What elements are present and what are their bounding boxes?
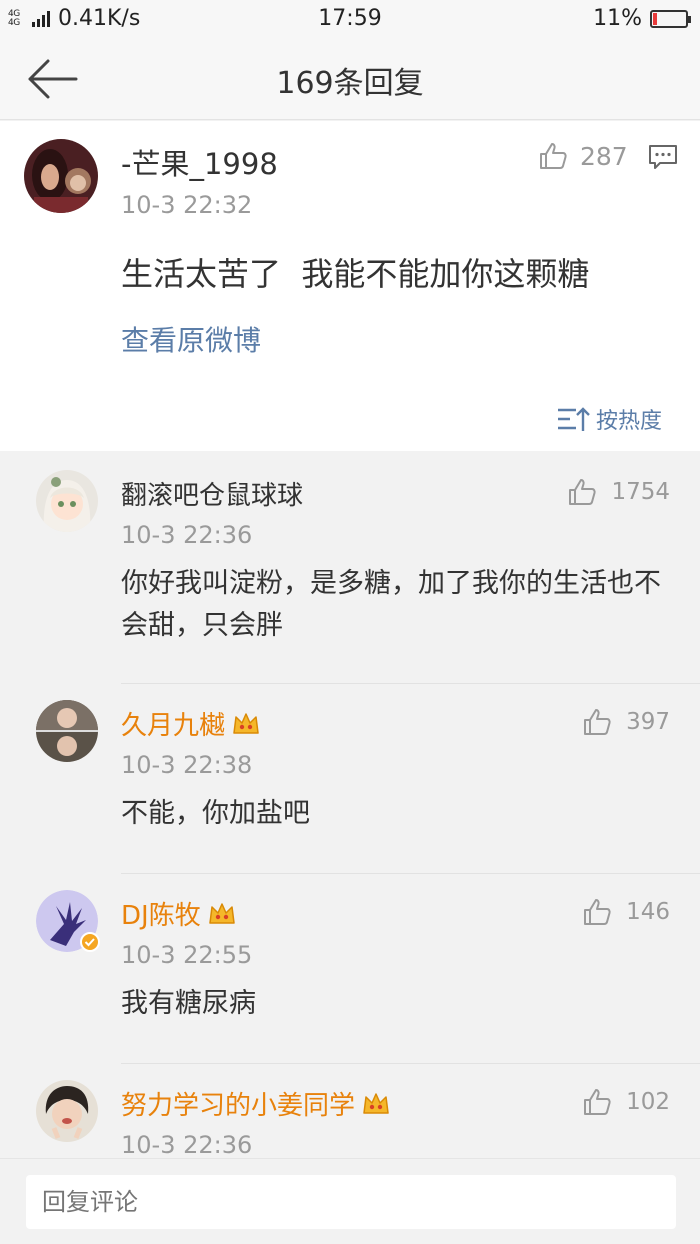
comment-text: 生活太苦了 我能不能加你这颗糖 — [121, 255, 590, 293]
reply-input[interactable] — [26, 1175, 676, 1229]
vip-crown-icon — [363, 1092, 389, 1114]
reply-text: 不能，你加盐吧 — [121, 798, 310, 829]
like-button[interactable]: 1754 — [567, 477, 670, 507]
verified-badge-icon — [80, 932, 100, 952]
username[interactable]: DJ陈牧 — [121, 895, 237, 932]
reply-item[interactable]: 翻滚吧仓鼠球球 10-3 22:36 1754 你好我叫淀粉，是多糖，加了我你的… — [0, 455, 700, 685]
username[interactable]: 努力学习的小姜同学 — [121, 1085, 391, 1122]
reply-text: 我有糖尿病 — [121, 988, 256, 1019]
avatar-image — [36, 1080, 98, 1142]
view-original-link[interactable]: 查看原微博 — [121, 319, 261, 359]
like-button[interactable]: 146 — [582, 897, 670, 927]
thumbs-up-icon — [584, 709, 611, 735]
thumbs-up-icon — [584, 1089, 611, 1115]
avatar-image — [36, 700, 98, 762]
sort-button[interactable]: 按热度 — [556, 403, 662, 435]
like-button[interactable]: 397 — [582, 707, 670, 737]
username-text: 久月九樾 — [121, 711, 226, 741]
sort-icon — [557, 407, 590, 431]
username-text: 翻滚吧仓鼠球球 — [121, 481, 304, 511]
original-comment: -芒果_1998 10-3 22:32 287 生活太苦了 我能不能加你这颗糖 … — [0, 121, 700, 451]
reply-bar — [0, 1158, 700, 1244]
reply-item[interactable]: DJ陈牧 10-3 22:55 146 我有糖尿病 — [0, 875, 700, 1065]
timestamp: 10-3 22:55 — [121, 941, 253, 969]
like-button[interactable]: 287 — [538, 141, 628, 171]
avatar[interactable] — [36, 1080, 98, 1142]
avatar[interactable] — [36, 890, 100, 952]
vip-crown-icon — [233, 712, 259, 734]
thumbs-up-icon — [540, 143, 567, 169]
vip-crown-icon — [208, 902, 235, 924]
sort-label: 按热度 — [595, 409, 662, 434]
timestamp: 10-3 22:36 — [121, 1131, 253, 1158]
status-bar-right: 11% — [593, 6, 691, 31]
comment-icon — [649, 145, 677, 169]
thumbs-up-icon — [569, 479, 597, 505]
divider — [121, 873, 700, 874]
like-count: 1754 — [611, 479, 670, 505]
like-count: 146 — [626, 899, 670, 925]
page-title: 169条回复 — [276, 66, 424, 101]
username-text: DJ陈牧 — [121, 901, 201, 931]
avatar[interactable] — [36, 470, 98, 532]
username[interactable]: 久月九樾 — [121, 705, 261, 742]
divider — [121, 1063, 700, 1064]
thumbs-up-icon — [584, 899, 611, 925]
timestamp: 10-3 22:38 — [121, 751, 253, 779]
battery-level — [653, 12, 657, 25]
timestamp: 10-3 22:36 — [121, 521, 253, 549]
status-bar: 4G 4G 0.41K/s 17:59 11% — [0, 0, 700, 38]
reply-text: 你好我叫淀粉，是多糖，加了我你的生活也不会甜，只会胖 — [121, 568, 661, 641]
avatar-image — [24, 139, 98, 213]
like-count: 287 — [580, 141, 628, 171]
avatar[interactable] — [36, 700, 98, 762]
username[interactable]: -芒果_1998 — [121, 141, 278, 183]
avatar-image — [36, 470, 98, 532]
timestamp: 10-3 22:32 — [121, 191, 253, 219]
avatar[interactable] — [24, 139, 98, 213]
divider — [121, 683, 700, 684]
reply-item[interactable]: 努力学习的小姜同学 10-3 22:36 102 — [0, 1065, 700, 1158]
reply-item[interactable]: 久月九樾 10-3 22:38 397 不能，你加盐吧 — [0, 685, 700, 875]
like-button[interactable]: 102 — [582, 1087, 670, 1117]
battery-icon — [650, 9, 691, 28]
title-bar: 169条回复 — [0, 38, 700, 120]
username[interactable]: 翻滚吧仓鼠球球 — [121, 475, 303, 512]
battery-percent: 11% — [593, 6, 642, 31]
like-count: 102 — [626, 1089, 670, 1115]
username-text: 努力学习的小姜同学 — [121, 1091, 356, 1121]
comment-button[interactable] — [648, 143, 678, 175]
like-count: 397 — [626, 709, 670, 735]
